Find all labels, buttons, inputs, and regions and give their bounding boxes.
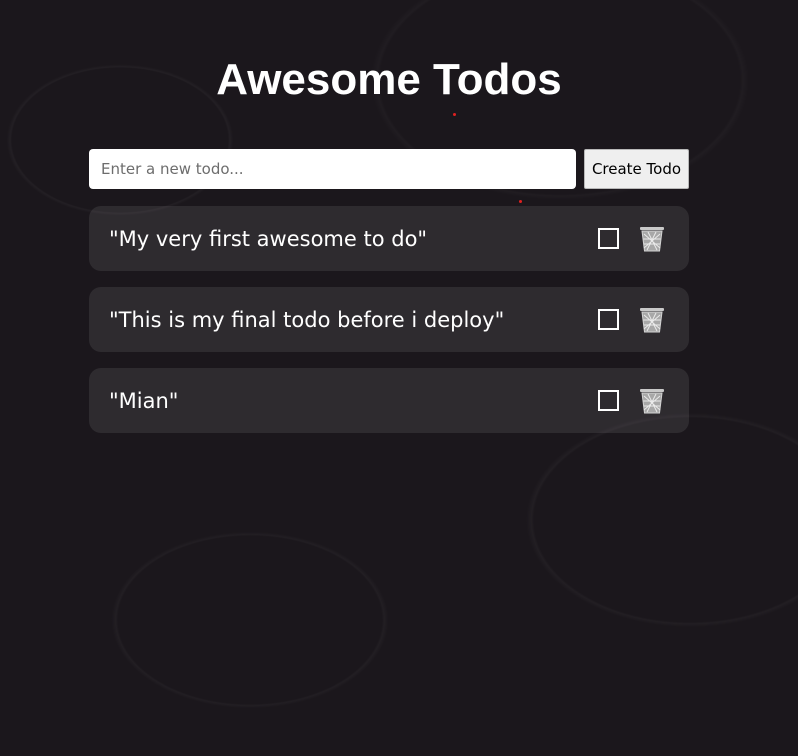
new-todo-input[interactable] (89, 149, 576, 189)
todo-item: "My very first awesome to do" (89, 206, 689, 271)
todo-text: "My very first awesome to do" (109, 226, 428, 251)
decorative-dot (453, 113, 456, 116)
new-todo-form: Create Todo (89, 149, 689, 189)
todo-text: "This is my final todo before i deploy" (109, 307, 505, 332)
create-todo-button[interactable]: Create Todo (584, 149, 689, 189)
page-title: Awesome Todos (216, 55, 562, 104)
todo-item: "This is my final todo before i deploy" (89, 287, 689, 352)
trash-icon[interactable] (639, 225, 665, 253)
todo-text: "Mian" (109, 388, 179, 413)
trash-icon[interactable] (639, 387, 665, 415)
checkbox-icon[interactable] (598, 309, 619, 330)
checkbox-icon[interactable] (598, 390, 619, 411)
todo-item: "Mian" (89, 368, 689, 433)
decorative-dot (519, 200, 522, 203)
todo-list: "My very first awesome to do" "This is m… (89, 206, 689, 449)
trash-icon[interactable] (639, 306, 665, 334)
checkbox-icon[interactable] (598, 228, 619, 249)
